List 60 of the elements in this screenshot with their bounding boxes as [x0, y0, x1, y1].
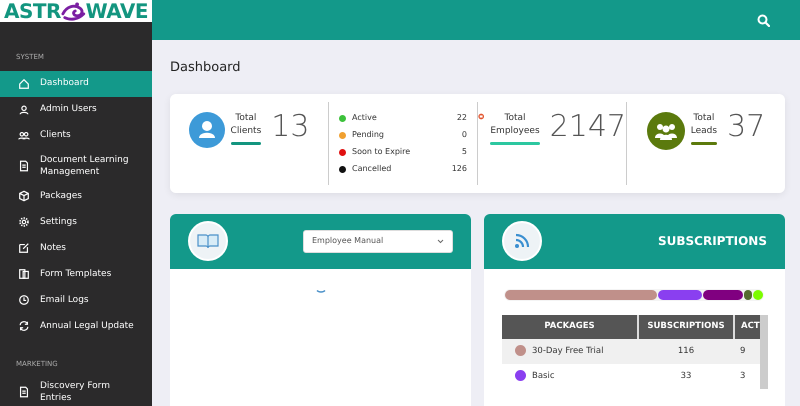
user-icon: [18, 104, 30, 116]
column-header: PACKAGES: [502, 314, 638, 339]
sidebar-item[interactable]: Settings: [0, 208, 152, 235]
stat-value: 13: [271, 112, 310, 142]
document-icon: [18, 386, 30, 398]
users-icon: [18, 130, 30, 142]
status-label: Soon to Expire: [352, 146, 410, 158]
underline: [230, 142, 262, 145]
column-header: SUBSCRIPTIONS: [638, 314, 734, 339]
status-count: 5: [462, 146, 467, 158]
home-icon: [18, 78, 30, 90]
copy-icon: [18, 268, 30, 280]
stat-value: 37: [727, 112, 766, 142]
sidebar-item[interactable]: Packages: [0, 182, 152, 209]
stat-label: Total Employees: [490, 112, 540, 138]
cube-icon: [18, 190, 30, 202]
document-icon: [18, 160, 30, 172]
logo: ASTR WAVE: [0, 0, 152, 22]
table-cell: Basic: [532, 370, 555, 381]
history-icon: [18, 294, 30, 306]
sidebar-item[interactable]: Notes: [0, 234, 152, 261]
sidebar-item[interactable]: Document Learning Management: [0, 148, 152, 183]
stat-value: 2147: [550, 112, 626, 142]
document-select[interactable]: Employee Manual: [303, 230, 453, 253]
column-header: ACT: [734, 314, 760, 339]
settings-icon: [18, 216, 30, 228]
status-label: Active: [352, 112, 377, 124]
status-count: 22: [456, 112, 467, 124]
table-cell: 33: [680, 370, 692, 381]
sidebar-item[interactable]: Form Templates: [0, 260, 152, 287]
sync-icon: [18, 320, 30, 332]
book-icon: [188, 221, 228, 262]
panel-title: SUBSCRIPTIONS: [658, 233, 767, 250]
page-title: Dashboard: [170, 60, 242, 76]
scrollbar[interactable]: [760, 314, 768, 389]
sidebar-item[interactable]: Discovery Form Entries: [0, 375, 152, 406]
user-icon: [188, 112, 225, 148]
edit-icon: [18, 242, 30, 254]
underline: [690, 142, 718, 145]
rss-icon: [502, 221, 542, 262]
stat-label: Total Clients: [230, 112, 262, 138]
sidebar-item[interactable]: Clients: [0, 122, 152, 148]
status-count: 0: [462, 129, 467, 142]
status-label: Cancelled: [352, 163, 392, 176]
table-cell: 116: [678, 346, 694, 356]
group-icon: [646, 112, 685, 150]
table-cell: 3: [740, 370, 746, 381]
chevron-icon: [437, 238, 444, 244]
underline: [490, 142, 540, 145]
sidebar-item[interactable]: Dashboard: [0, 70, 152, 96]
sidebar-item[interactable]: Annual Legal Update: [0, 312, 152, 339]
status-count: 126: [452, 163, 467, 176]
stat-label: Total Leads: [690, 112, 718, 138]
table-cell: 30-Day Free Trial: [532, 346, 604, 356]
table-cell: 9: [740, 346, 746, 356]
spinner-icon: [316, 288, 326, 294]
status-label: Pending: [352, 129, 384, 142]
sidebar-item[interactable]: Email Logs: [0, 286, 152, 313]
search-icon[interactable]: [757, 14, 770, 26]
sidebar-item[interactable]: Admin Users: [0, 96, 152, 122]
